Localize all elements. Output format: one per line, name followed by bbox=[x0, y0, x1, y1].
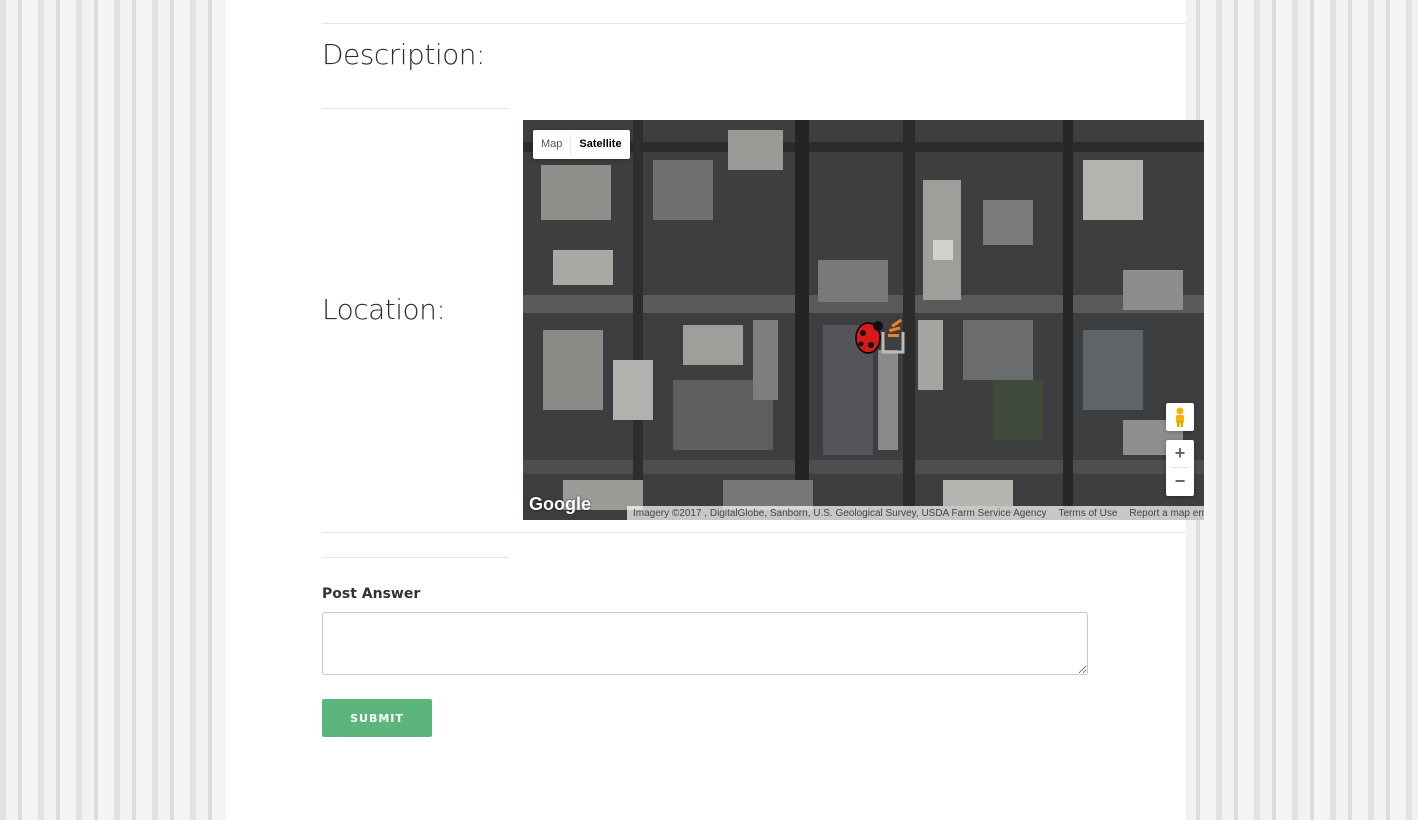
location-label: Location: bbox=[322, 293, 446, 326]
top-divider bbox=[322, 23, 1186, 24]
description-divider bbox=[322, 108, 508, 109]
location-divider-short bbox=[322, 557, 508, 558]
zoom-control: + − bbox=[1166, 440, 1194, 496]
zoom-out-button[interactable]: − bbox=[1166, 468, 1194, 495]
report-map-error-link[interactable]: Report a map error bbox=[1123, 508, 1204, 519]
location-divider-wide bbox=[322, 532, 1186, 533]
street-view-pegman-button[interactable] bbox=[1166, 403, 1194, 431]
imagery-attribution: Imagery ©2017 , DigitalGlobe, Sanborn, U… bbox=[633, 507, 1047, 519]
zoom-in-button[interactable]: + bbox=[1166, 440, 1194, 467]
map-attribution-bar: Imagery ©2017 , DigitalGlobe, Sanborn, U… bbox=[627, 506, 1204, 520]
google-map[interactable]: Map Satellite + − Google Imagery ©2017 ,… bbox=[523, 120, 1204, 520]
answer-textarea[interactable] bbox=[322, 612, 1088, 675]
post-answer-label: Post Answer bbox=[322, 586, 421, 602]
google-logo[interactable]: Google bbox=[529, 494, 591, 515]
submit-button[interactable]: SUBMIT bbox=[322, 699, 432, 737]
map-type-satellite-button[interactable]: Satellite bbox=[571, 130, 629, 159]
satellite-imagery[interactable] bbox=[523, 120, 1204, 520]
pegman-icon bbox=[1176, 407, 1184, 427]
terms-of-use-link[interactable]: Terms of Use bbox=[1052, 508, 1123, 519]
description-label: Description: bbox=[322, 38, 485, 71]
map-type-map-button[interactable]: Map bbox=[533, 130, 570, 159]
map-type-control: Map Satellite bbox=[533, 130, 630, 159]
